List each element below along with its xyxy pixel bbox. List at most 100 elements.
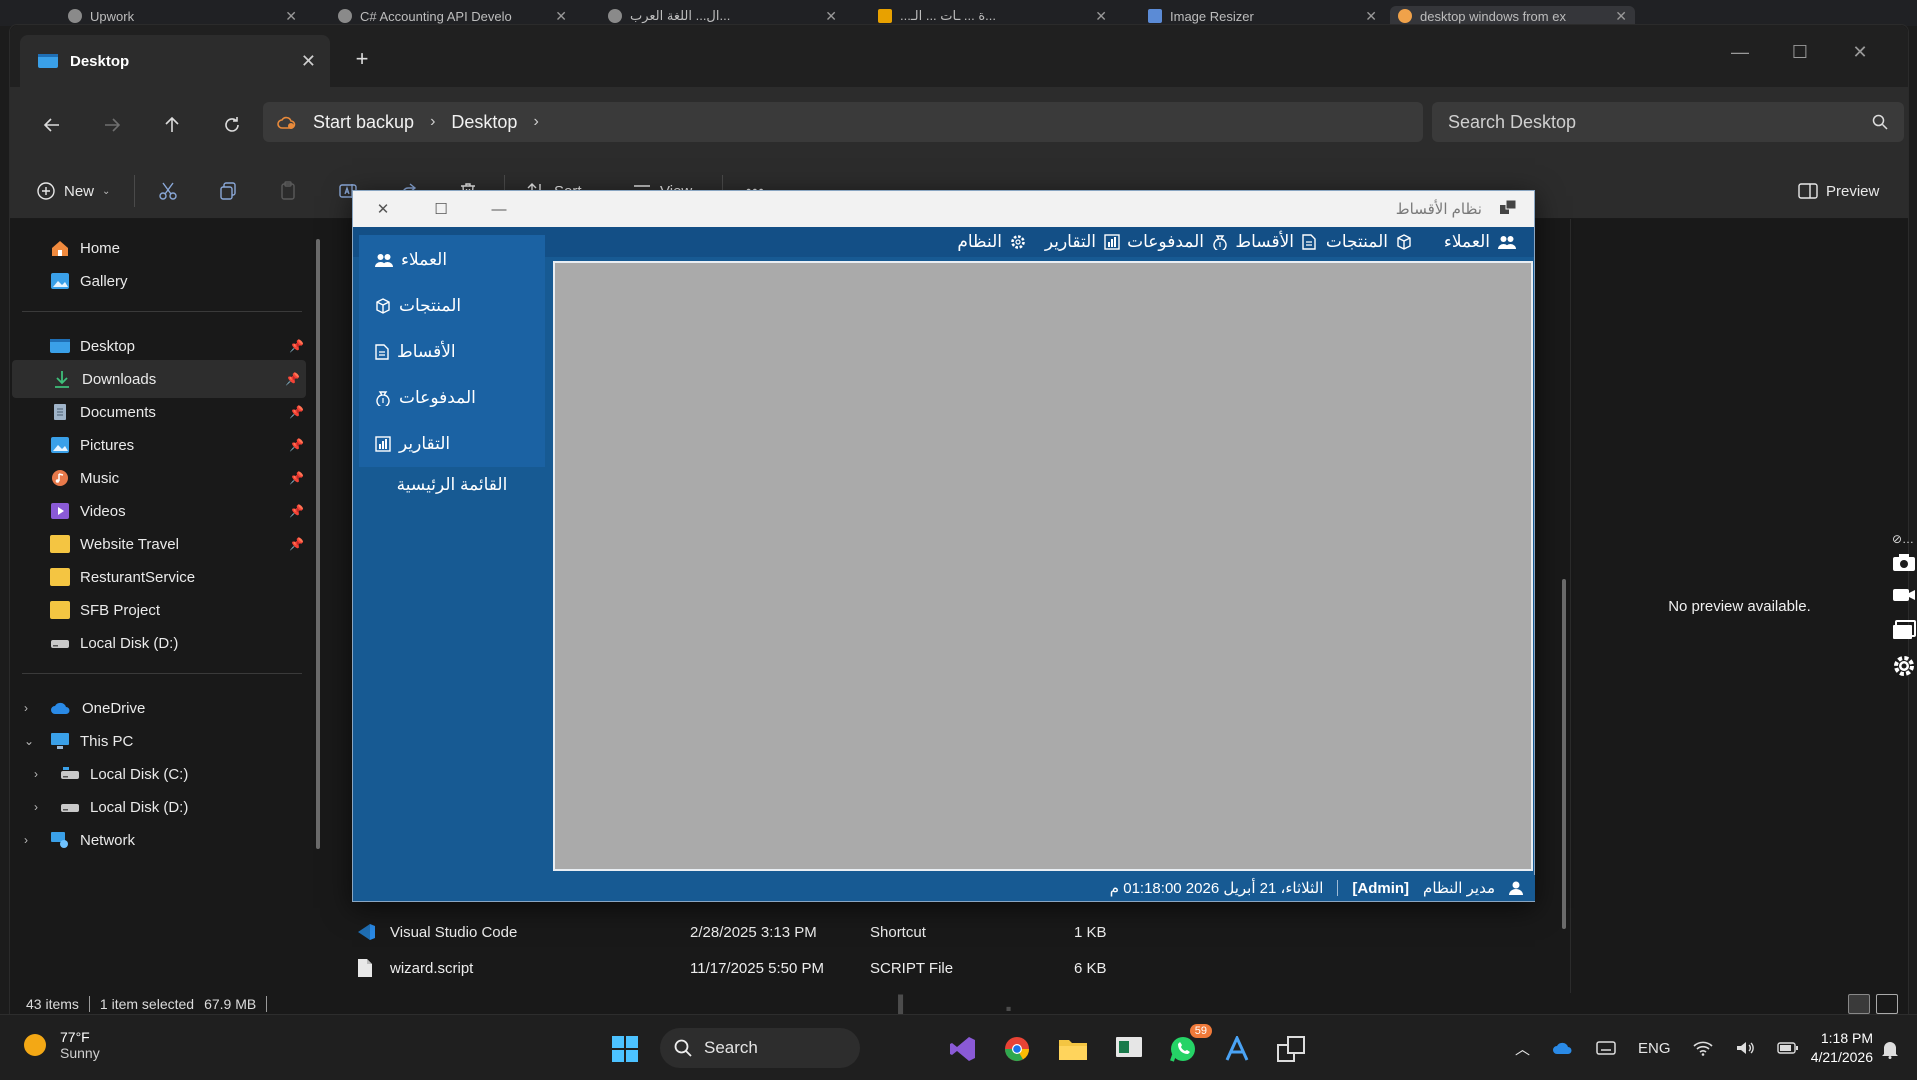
nav-item-gallery[interactable]: Gallery [10,262,310,300]
menu-system[interactable]: النظام [957,232,1026,252]
chevron-right-icon[interactable]: › [24,701,28,715]
link-more-icon[interactable]: ⊘… [1892,532,1914,546]
menu-customers[interactable]: العملاء [1444,232,1516,252]
nav-item-local-disk-d[interactable]: Local Disk (D:) [10,624,310,662]
new-button[interactable]: New ⌄ [28,171,118,211]
browser-tab[interactable]: Upwork ✕ [60,6,305,26]
file-list-scrollbar[interactable] [1562,579,1566,929]
copy-button[interactable] [210,171,246,211]
language-indicator[interactable]: ENG [1638,1040,1671,1057]
browser-tab[interactable]: Image Resizer ✕ [1140,6,1385,26]
nav-item-network[interactable]: › Network [10,821,310,859]
pin-icon[interactable]: 📌 [285,372,300,386]
app-close-button[interactable]: ✕ [363,195,403,223]
search-box[interactable]: Search Desktop [1432,102,1904,142]
notifications-icon[interactable] [1880,1039,1900,1059]
pin-icon[interactable]: 📌 [289,405,304,419]
chrome-app[interactable] [998,1030,1036,1068]
close-icon[interactable]: ✕ [1365,8,1377,25]
app-minimize-button[interactable]: — [479,195,519,223]
up-button[interactable] [148,101,196,149]
menu-installments[interactable]: الأقساط [1235,232,1316,252]
browser-tab-active[interactable]: desktop windows from ex ✕ [1390,6,1635,26]
side-item-reports[interactable]: التقارير [375,429,450,459]
pin-icon[interactable]: 📌 [289,471,304,485]
side-item-installments[interactable]: الأقساط [375,337,456,367]
explorer-tab[interactable]: Desktop ✕ [20,35,330,87]
music-icon [52,470,68,486]
breadcrumb-desktop[interactable]: Desktop [451,112,517,133]
tiles-view-button[interactable] [1876,994,1898,1014]
close-icon[interactable]: ✕ [285,8,297,25]
pin-icon[interactable]: 📌 [289,438,304,452]
breadcrumb-start-backup[interactable]: Start backup [313,112,414,133]
app-maximize-button[interactable]: ☐ [421,195,461,223]
file-row[interactable]: wizard.script 11/17/2025 5:50 PM SCRIPT … [340,950,1200,986]
chevron-right-icon[interactable]: › [34,767,38,781]
chevron-right-icon[interactable]: › [430,113,435,131]
preview-pane-button[interactable]: Preview [1790,171,1887,211]
pin-icon[interactable]: 📌 [289,537,304,551]
clock[interactable]: 1:18 PM 4/21/2026 [1785,1029,1873,1067]
details-view-button[interactable] [1848,994,1870,1014]
visual-studio-app[interactable] [944,1030,982,1068]
close-tab-icon[interactable]: ✕ [301,51,316,72]
maximize-button[interactable]: ☐ [1770,35,1830,69]
weather-widget[interactable]: 77°F Sunny [22,1029,100,1061]
tablet-icon[interactable] [1596,1040,1616,1056]
gear-icon[interactable] [1892,654,1916,678]
side-item-customers[interactable]: العملاء [375,245,447,275]
paste-button[interactable] [270,171,306,211]
address-bar[interactable]: Start backup › Desktop › [263,102,1423,142]
menu-reports[interactable]: التقارير [1045,232,1120,252]
side-item-payments[interactable]: المدفوعات [375,383,476,413]
drive-icon [61,804,79,812]
video-camera-icon[interactable] [1892,586,1916,604]
browser-tab[interactable]: C# Accounting API Develo ✕ [330,6,575,26]
chevron-up-icon[interactable]: ︿ [1515,1038,1530,1059]
close-icon[interactable]: ✕ [1615,8,1627,25]
divider [88,996,90,1012]
forward-button[interactable] [88,101,136,149]
window-app[interactable] [1272,1030,1310,1068]
onedrive-cloud-icon[interactable] [1552,1040,1574,1056]
search-icon[interactable] [1872,114,1888,130]
file-explorer-app[interactable] [1054,1030,1092,1068]
close-icon[interactable]: ✕ [555,8,567,25]
close-window-button[interactable]: ✕ [1830,35,1890,69]
taskbar-search[interactable]: Search [660,1028,860,1068]
nav-scrollbar[interactable] [316,239,320,849]
new-tab-button[interactable]: + [346,43,378,75]
chevron-down-icon[interactable]: ⌄ [24,734,34,748]
azure-data-studio-app[interactable] [1218,1030,1256,1068]
drive-icon [51,640,69,648]
volume-icon[interactable] [1735,1040,1755,1056]
menu-products[interactable]: المنتجات [1326,232,1412,252]
chevron-right-icon[interactable]: › [34,800,38,814]
home-icon [52,241,68,256]
network-icon [51,832,68,848]
start-button[interactable] [606,1030,644,1068]
file-row[interactable]: Visual Studio Code 2/28/2025 3:13 PM Sho… [340,914,1200,950]
pin-icon[interactable]: 📌 [289,504,304,518]
cut-button[interactable] [150,171,186,211]
wifi-icon[interactable] [1692,1040,1713,1056]
arrow-up-icon [165,116,179,132]
browser-tab[interactable]: ...ة ... ـات ... الـ... ✕ [870,6,1115,26]
whatsapp-app[interactable]: 59 [1164,1024,1212,1068]
minimize-button[interactable]: — [1710,35,1770,69]
users-icon [1498,236,1516,249]
close-icon[interactable]: ✕ [1095,8,1107,25]
window-capture-icon[interactable] [1892,620,1916,640]
chevron-right-icon[interactable]: › [24,833,28,847]
menu-payments[interactable]: المدفوعات [1127,232,1228,252]
remote-app[interactable] [1110,1030,1148,1068]
refresh-button[interactable] [208,101,256,149]
close-icon[interactable]: ✕ [825,8,837,25]
camera-icon[interactable] [1892,552,1916,572]
chevron-right-icon[interactable]: › [533,113,538,131]
side-item-products[interactable]: المنتجات [375,291,461,321]
pin-icon[interactable]: 📌 [289,339,304,353]
back-button[interactable] [28,101,76,149]
browser-tab[interactable]: ال... اللغة العرب... ✕ [600,6,845,26]
